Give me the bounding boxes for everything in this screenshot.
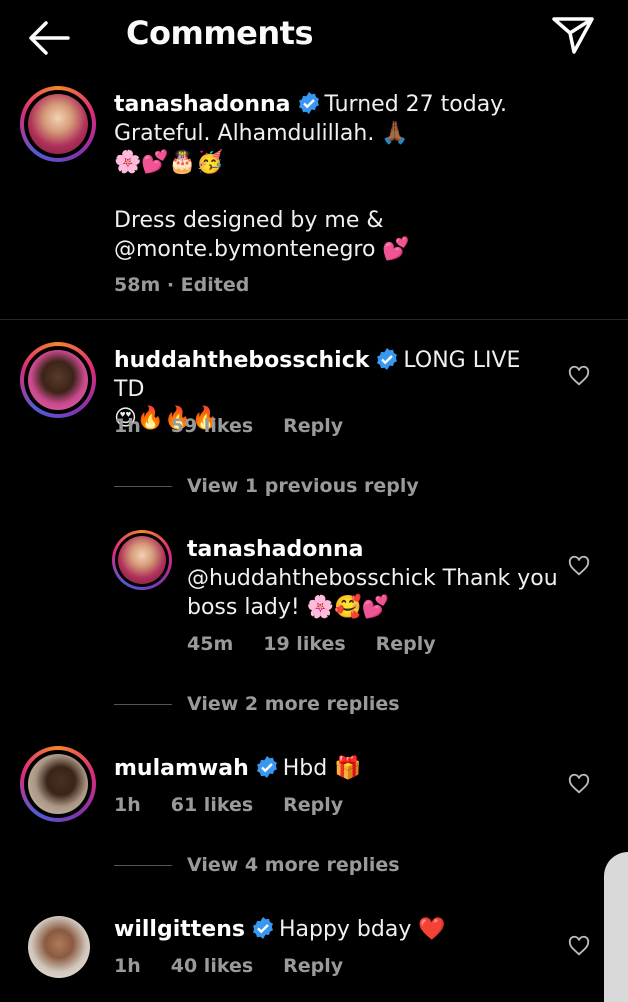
thread-line — [114, 865, 172, 866]
reply-button[interactable]: Reply — [283, 955, 343, 977]
heart-icon[interactable] — [568, 773, 590, 795]
caption-username[interactable]: tanashadonna — [114, 92, 291, 117]
reply-button[interactable]: Reply — [283, 794, 343, 816]
header-bar: Comments — [0, 0, 628, 72]
avatar[interactable] — [20, 342, 96, 418]
avatar[interactable] — [28, 916, 90, 978]
comment-time: 1h — [114, 955, 141, 977]
comment-username[interactable]: willgittens — [114, 917, 245, 942]
heart-icon[interactable] — [568, 555, 590, 577]
avatar[interactable] — [20, 86, 96, 162]
comment-likes[interactable]: 59 likes — [171, 415, 253, 437]
comment-username[interactable]: mulamwah — [114, 756, 249, 781]
verified-badge-icon — [377, 348, 398, 370]
verified-badge-icon — [298, 92, 319, 114]
reply-text: tanashadonna @huddahthebosschick Thank y… — [187, 537, 558, 620]
view-more-replies[interactable]: View 2 more replies — [187, 693, 400, 715]
divider — [0, 319, 628, 320]
comment-meta: 1h 59 likes Reply — [114, 415, 373, 437]
view-previous-replies[interactable]: View 1 previous reply — [187, 475, 419, 497]
reply-button[interactable]: Reply — [376, 633, 436, 655]
heart-icon[interactable] — [568, 935, 590, 957]
page-title: Comments — [126, 14, 313, 52]
verified-badge-icon — [256, 756, 277, 778]
comment-text: mulamwah Hbd 🎁 — [114, 756, 362, 781]
comment-time: 1h — [114, 794, 141, 816]
verified-badge-icon — [252, 917, 273, 939]
thread-line — [114, 486, 172, 487]
comment-likes[interactable]: 40 likes — [171, 955, 253, 977]
comment-username[interactable]: huddahthebosschick — [114, 348, 369, 373]
arrow-left-icon[interactable] — [26, 18, 72, 58]
comment-meta: 1h 40 likes Reply — [114, 955, 373, 977]
caption-text: tanashadonna Turned 27 today. Grateful. A… — [114, 92, 508, 262]
reply-button[interactable]: Reply — [283, 415, 343, 437]
comment-time: 1h — [114, 415, 141, 437]
reply-time: 45m — [187, 633, 234, 655]
view-more-replies[interactable]: View 4 more replies — [187, 854, 400, 876]
comment-text: willgittens Happy bday ❤️ — [114, 917, 446, 942]
caption-meta: 58m · Edited — [114, 274, 250, 296]
avatar[interactable] — [20, 746, 96, 822]
comment-likes[interactable]: 61 likes — [171, 794, 253, 816]
scroll-handle[interactable] — [604, 852, 628, 1002]
avatar[interactable] — [112, 530, 172, 590]
reply-likes[interactable]: 19 likes — [263, 633, 345, 655]
comment-meta: 1h 61 likes Reply — [114, 794, 373, 816]
heart-icon[interactable] — [568, 365, 590, 387]
paper-plane-icon[interactable] — [550, 14, 596, 56]
reply-meta: 45m 19 likes Reply — [187, 633, 466, 655]
thread-line — [114, 704, 172, 705]
reply-username[interactable]: tanashadonna — [187, 537, 364, 562]
